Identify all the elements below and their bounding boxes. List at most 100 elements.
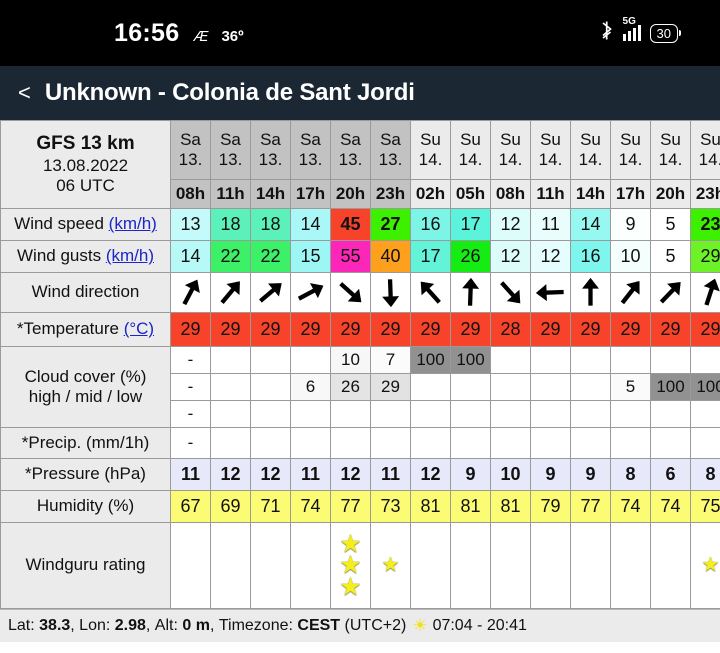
wind-direction-cell-1	[171, 273, 210, 312]
wind-gusts-cell-12: 10	[611, 241, 650, 272]
precip-cell-10	[531, 428, 570, 458]
cloud-low-cell-8	[451, 401, 490, 427]
temperature-cell-3: 29	[251, 313, 290, 346]
wind-direction-cell-10	[531, 273, 570, 312]
temperature-cell-5: 29	[331, 313, 370, 346]
temperature-cell-13: 29	[651, 313, 690, 346]
wind-arrow-icon	[182, 279, 200, 306]
precip-cell-6	[371, 428, 410, 458]
wind-gusts-cell-4: 15	[291, 241, 330, 272]
precip-cell-3	[251, 428, 290, 458]
pressure-cell-12: 8	[611, 459, 650, 490]
page-title: Unknown - Colonia de Sant Jordi	[44, 79, 415, 106]
column-hour-8: 05h	[451, 180, 490, 208]
cloud-high-cell-13	[651, 347, 690, 373]
wind-direction-cell-11	[571, 273, 610, 312]
windguru-rating-cell-13	[651, 523, 690, 608]
forecast-table-wrap[interactable]: GFS 13 km 13.08.2022 06 UTC Sa 13. Sa 13. Sa…	[0, 120, 720, 609]
row-precip: *Precip. (mm/1h) -	[1, 428, 720, 458]
cloud-low-cell-2	[211, 401, 250, 427]
cloud-high-cell-4	[291, 347, 330, 373]
windguru-rating-cell-9	[491, 523, 530, 608]
wind-arrow-icon	[620, 280, 640, 305]
model-name: GFS 13 km	[36, 133, 135, 155]
column-hour-3: 14h	[251, 180, 290, 208]
wind-speed-cell-6: 27	[371, 209, 410, 240]
app-bar: < Unknown - Colonia de Sant Jordi	[0, 66, 720, 120]
windguru-rating-cell-7	[411, 523, 450, 608]
pressure-cell-7: 12	[411, 459, 450, 490]
wind-gusts-cell-3: 22	[251, 241, 290, 272]
wind-gusts-cell-5: 55	[331, 241, 370, 272]
rating-stars: ★	[691, 555, 720, 575]
humidity-cell-12: 74	[611, 491, 650, 522]
row-wind-gusts: Wind gusts (km/h) 14 22 22 15 55 40 17 26 12 12 16…	[1, 241, 720, 272]
humidity-cell-7: 81	[411, 491, 450, 522]
cloud-mid-cell-8	[451, 374, 490, 400]
column-day-12: Su 14.	[611, 121, 650, 179]
wind-speed-cell-9: 12	[491, 209, 530, 240]
cloud-mid-cell-10	[531, 374, 570, 400]
status-bar-left: 16:56 Æ 36º	[114, 19, 244, 48]
cloud-low-cell-9	[491, 401, 530, 427]
row-label-windguru-rating: Windguru rating	[1, 523, 170, 608]
wind-speed-unit-link[interactable]: (km/h)	[109, 214, 157, 233]
rating-star: ★	[339, 572, 362, 601]
precip-cell-1: -	[171, 428, 210, 458]
cloud-high-cell-11	[571, 347, 610, 373]
cloud-mid-cell-7	[411, 374, 450, 400]
status-bar: 16:56 Æ 36º 5G 30	[0, 0, 720, 66]
cloud-high-cell-7: 100	[411, 347, 450, 373]
lat-label: Lat:	[8, 617, 35, 634]
windguru-rating-cell-2	[211, 523, 250, 608]
column-hour-1: 08h	[171, 180, 210, 208]
wind-speed-cell-3: 18	[251, 209, 290, 240]
wind-arrow-icon	[220, 281, 240, 304]
status-bar-right: 5G 30	[600, 16, 682, 45]
wind-speed-cell-11: 14	[571, 209, 610, 240]
precip-cell-8	[451, 428, 490, 458]
temperature-unit-link[interactable]: (°C)	[124, 319, 154, 338]
column-day-2: Sa 13.	[211, 121, 250, 179]
row-label-cloud-cover: Cloud cover (%) high / mid / low	[1, 347, 170, 427]
wind-gusts-cell-7: 17	[411, 241, 450, 272]
temperature-cell-6: 29	[371, 313, 410, 346]
temperature-cell-9: 28	[491, 313, 530, 346]
sun-icon: ☀	[412, 616, 428, 635]
location-footer: Lat: 38.3, Lon: 2.98, Alt: 0 m, Timezone…	[0, 609, 720, 642]
row-cloud-high: Cloud cover (%) high / mid / low -10 7 100…	[1, 347, 720, 427]
cloud-high-cell-5: 10	[331, 347, 370, 373]
timezone-value: CEST	[297, 617, 341, 634]
column-hour-5: 20h	[331, 180, 370, 208]
precip-cell-14	[691, 428, 720, 458]
column-day-13: Su 14.	[651, 121, 690, 179]
wind-arrow-icon	[382, 279, 400, 308]
wind-direction-cell-4	[291, 273, 330, 312]
cloud-low-cell-1: -	[171, 401, 210, 427]
temperature-cell-2: 29	[211, 313, 250, 346]
cloud-mid-cell-1: -	[171, 374, 210, 400]
cloud-low-cell-12	[611, 401, 650, 427]
wind-arrow-icon	[703, 278, 720, 306]
column-hour-7: 02h	[411, 180, 450, 208]
back-icon[interactable]: <	[16, 82, 33, 104]
wind-gusts-unit-link[interactable]: (km/h)	[106, 246, 154, 265]
wind-direction-cell-14	[691, 273, 720, 312]
precip-cell-11	[571, 428, 610, 458]
signal-bars-icon: 5G	[622, 16, 641, 41]
row-windguru-rating: Windguru rating ★ ★ ★ ★ ★	[1, 523, 720, 608]
wind-speed-cell-2: 18	[211, 209, 250, 240]
pressure-cell-6: 11	[371, 459, 410, 490]
cloud-mid-cell-14: 100	[691, 374, 720, 400]
temperature-cell-11: 29	[571, 313, 610, 346]
cloud-low-cell-7	[411, 401, 450, 427]
row-temperature: *Temperature (°C) 29 29 29 29 29 29 29 29 28 29 29…	[1, 313, 720, 346]
timezone-label: Timezone:	[218, 617, 293, 634]
wind-direction-cell-3	[251, 273, 290, 312]
windguru-rating-cell-10	[531, 523, 570, 608]
cloud-mid-cell-3	[251, 374, 290, 400]
timezone-offset: (UTC+2)	[344, 617, 407, 634]
windguru-rating-cell-5: ★ ★ ★	[331, 523, 370, 608]
column-day-9: Su 14.	[491, 121, 530, 179]
cloud-low-cell-13	[651, 401, 690, 427]
